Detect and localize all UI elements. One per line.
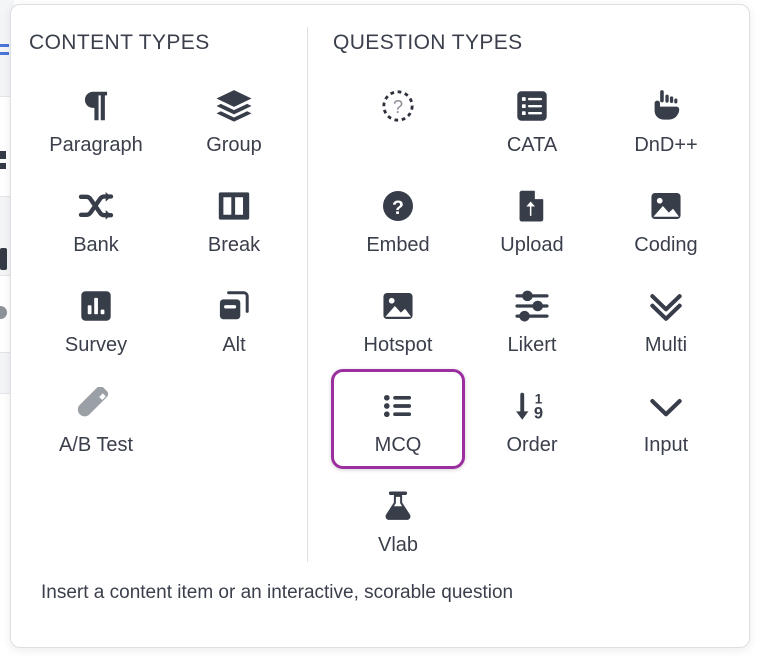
question-type-hotspot[interactable]: Hotspot: [331, 269, 465, 369]
tile-label: Bank: [73, 234, 119, 256]
columns-split-icon: [215, 184, 253, 228]
sliders-icon: [513, 284, 551, 328]
content-type-group[interactable]: Group: [165, 69, 303, 169]
content-types-title: CONTENT TYPES: [29, 31, 210, 54]
duplicate-cards-icon: [216, 284, 252, 328]
tile-label: Vlab: [377, 534, 419, 556]
tile-label: MCQ: [374, 434, 422, 456]
svg-text:?: ?: [393, 96, 403, 117]
dashed-question-icon: ?: [381, 84, 415, 128]
question-type-coding[interactable]: Coding: [599, 169, 733, 269]
tile-label: Likert: [507, 334, 557, 356]
column-divider: [307, 27, 308, 562]
shuffle-icon: [76, 184, 116, 228]
question-type-cata[interactable]: CATA: [465, 69, 599, 169]
question-type-mcq[interactable]: MCQ: [331, 369, 465, 469]
tile-label: Alt: [222, 334, 246, 356]
pointing-hand-icon: [648, 84, 684, 128]
content-type-break[interactable]: Break: [165, 169, 303, 269]
tile-label: Paragraph: [49, 134, 143, 156]
flask-icon: [381, 484, 415, 528]
double-check-icon: [647, 284, 685, 328]
content-type-bank[interactable]: Bank: [27, 169, 165, 269]
tile-label: Multi: [644, 334, 688, 356]
tile-label: Order: [506, 434, 558, 456]
content-types-grid: Paragraph Group Bank Break Survey Alt A/…: [27, 69, 303, 469]
question-type-multi[interactable]: Multi: [599, 269, 733, 369]
image-box-icon: [648, 184, 684, 228]
question-type-dnd-plus-plus[interactable]: DnD++: [599, 69, 733, 169]
test-tube-icon: [77, 384, 115, 428]
question-type-order[interactable]: 1 9 Order: [465, 369, 599, 469]
tile-label: Hotspot: [363, 334, 433, 356]
tile-label: Break: [207, 234, 261, 256]
tile-label: DnD++: [634, 134, 698, 156]
tile-label: Embed: [366, 234, 430, 256]
question-type-upload[interactable]: Upload: [465, 169, 599, 269]
tile-label: Upload: [500, 234, 564, 256]
svg-text:?: ?: [392, 197, 404, 219]
sort-numeric-icon: 1 9: [514, 384, 550, 428]
tile-label: Group: [206, 134, 262, 156]
bulleted-list-icon: [381, 384, 415, 428]
question-types-column: QUESTION TYPES ? CATA DnD++ ? Embed Uplo…: [331, 31, 735, 569]
question-type-likert[interactable]: Likert: [465, 269, 599, 369]
content-type-survey[interactable]: Survey: [27, 269, 165, 369]
question-type-vlab[interactable]: Vlab: [331, 469, 465, 569]
question-type-placeholder[interactable]: ?: [331, 69, 465, 169]
tile-label: Survey: [64, 334, 128, 356]
content-types-column: CONTENT TYPES Paragraph Group Bank Break…: [27, 31, 303, 469]
question-circle-icon: ?: [380, 184, 416, 228]
bar-chart-icon: [78, 284, 114, 328]
pilcrow-icon: [77, 84, 115, 128]
tile-label: A/B Test: [58, 434, 134, 456]
screen: CONTENT TYPES Paragraph Group Bank Break…: [0, 0, 760, 658]
checklist-box-icon: [514, 84, 550, 128]
tile-label: Input: [643, 434, 689, 456]
layers-icon: [214, 84, 254, 128]
svg-text:9: 9: [534, 405, 543, 423]
content-type-paragraph[interactable]: Paragraph: [27, 69, 165, 169]
question-type-embed[interactable]: ? Embed: [331, 169, 465, 269]
tile-label: Coding: [634, 234, 698, 256]
question-type-input[interactable]: Input: [599, 369, 733, 469]
content-type-ab-test[interactable]: A/B Test: [27, 369, 165, 469]
footer-hint-text: Insert a content item or an interactive,…: [41, 582, 514, 603]
question-types-title: QUESTION TYPES: [333, 31, 523, 54]
tile-label: CATA: [506, 134, 558, 156]
file-upload-icon: [514, 184, 550, 228]
insert-item-popup: CONTENT TYPES Paragraph Group Bank Break…: [10, 4, 750, 648]
content-type-alt[interactable]: Alt: [165, 269, 303, 369]
question-types-grid: ? CATA DnD++ ? Embed Upload Coding Hotsp…: [331, 69, 735, 569]
check-icon: [647, 384, 685, 428]
image-box-icon: [380, 284, 416, 328]
